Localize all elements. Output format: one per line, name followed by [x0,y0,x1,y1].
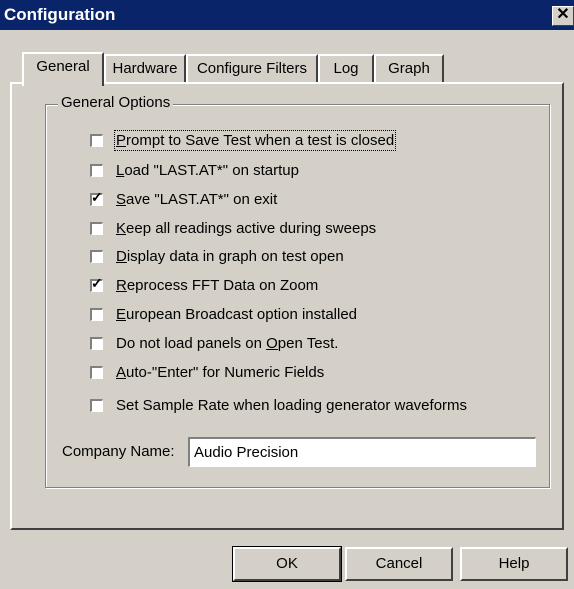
title-bar[interactable]: Configuration [0,0,574,30]
checkbox[interactable] [90,249,103,263]
option-label: Load "LAST.AT*" on startup [116,161,299,179]
company-name-input[interactable] [188,437,536,467]
option-label: European Broadcast option installed [116,305,358,323]
dialog-title: Configuration [4,5,116,24]
tab-log[interactable]: Log [318,54,374,84]
close-button[interactable]: ✕ [552,6,574,26]
close-icon: ✕ [556,6,570,23]
option-auto-enter[interactable]: Auto-"Enter" for Numeric Fields [90,362,324,382]
option-save-last-at[interactable]: ✓ Save "LAST.AT*" on exit [90,189,277,209]
option-label: Auto-"Enter" for Numeric Fields [116,363,325,381]
option-label: Display data in graph on test open [116,247,344,265]
tab-log-label: Log [333,60,359,77]
tab-general-label: General [36,58,90,75]
checkbox[interactable] [90,163,103,177]
option-set-sample-rate[interactable]: Set Sample Rate when loading generator w… [90,395,467,415]
tab-configure-filters-label: Configure Filters [196,60,308,77]
tab-graph-label: Graph [388,60,430,77]
checkbox[interactable] [90,133,103,147]
cancel-button[interactable]: Cancel [345,547,453,581]
checkbox[interactable] [90,365,103,379]
configuration-dialog: Configuration ✕ General Hardware Configu… [0,0,574,589]
option-prompt-save-test[interactable]: Prompt to Save Test when a test is close… [90,129,397,151]
option-do-not-load-panels[interactable]: Do not load panels on Open Test. [90,333,338,353]
ok-button[interactable]: OK [232,546,342,582]
checkbox[interactable] [90,398,103,412]
help-button[interactable]: Help [460,547,568,581]
option-keep-readings-active[interactable]: Keep all readings active during sweeps [90,218,376,238]
tab-graph[interactable]: Graph [374,54,444,84]
tab-hardware[interactable]: Hardware [104,54,186,84]
option-load-last-at[interactable]: Load "LAST.AT*" on startup [90,160,299,180]
group-legend: General Options [58,94,174,111]
company-name-label: Company Name: [62,443,175,460]
option-reprocess-fft[interactable]: ✓ Reprocess FFT Data on Zoom [90,275,318,295]
check-icon: ✓ [91,188,103,205]
option-label: Save "LAST.AT*" on exit [116,190,278,208]
checkbox[interactable] [90,336,103,350]
option-label: Prompt to Save Test when a test is close… [113,129,397,151]
option-label: Do not load panels on Open Test. [116,334,339,352]
tab-general[interactable]: General [22,52,104,86]
option-label: Keep all readings active during sweeps [116,219,377,237]
option-display-data-graph[interactable]: Display data in graph on test open [90,246,344,266]
check-icon: ✓ [91,274,103,291]
option-european-broadcast[interactable]: European Broadcast option installed [90,304,357,324]
tab-hardware-label: Hardware [112,60,178,77]
checkbox[interactable]: ✓ [90,188,103,206]
checkbox[interactable]: ✓ [90,274,103,292]
checkbox[interactable] [90,221,103,235]
option-label: Reprocess FFT Data on Zoom [116,276,319,294]
option-label: Set Sample Rate when loading generator w… [116,396,468,414]
tab-configure-filters[interactable]: Configure Filters [186,54,318,84]
checkbox[interactable] [90,307,103,321]
